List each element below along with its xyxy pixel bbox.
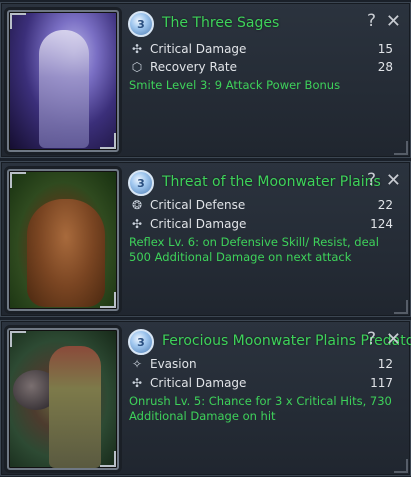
stat-value: 15 (377, 42, 393, 56)
critical-damage-icon: ✣ (131, 42, 143, 56)
set-bonus-description: Smite Level 3: 9 Attack Power Bonus (129, 78, 341, 92)
card-portrait-threat-moonwater (7, 169, 119, 311)
card-panel-ferocious-predator: 3 Ferocious Moonwater Plains Predator ? … (0, 320, 411, 476)
bear-figure-art (27, 199, 105, 307)
corner-ornament (394, 459, 408, 473)
stat-name: Recovery Rate (150, 60, 237, 74)
help-icon[interactable]: ? (367, 170, 376, 190)
hunter-figure-art (49, 346, 101, 468)
grade-badge-icon: 3 (128, 170, 154, 196)
card-title: The Three Sages (162, 15, 280, 31)
stat-row: ✣ Critical Damage 124 (129, 215, 393, 233)
card-panel-three-sages: 3 The Three Sages ? ✕ ✣ Critical Damage … (0, 2, 411, 158)
help-icon[interactable]: ? (367, 329, 376, 349)
recovery-rate-icon: ⬡ (131, 60, 143, 74)
critical-damage-icon: ✣ (131, 376, 143, 390)
sage-figure-art (39, 30, 89, 148)
stat-name: Critical Defense (150, 198, 246, 212)
stat-value: 22 (377, 198, 393, 212)
stat-value: 12 (377, 357, 393, 371)
card-info-stack: 3 The Three Sages ? ✕ ✣ Critical Damage … (0, 0, 411, 477)
close-icon[interactable]: ✕ (386, 329, 401, 350)
stat-row: ✧ Evasion 12 (129, 355, 393, 373)
grade-badge-icon: 3 (128, 329, 154, 355)
set-bonus-description: Reflex Lv. 6: on Defensive Skill/ Resist… (129, 235, 379, 264)
stat-name: Critical Damage (150, 376, 247, 390)
close-icon[interactable]: ✕ (386, 170, 401, 191)
stat-row: ✣ Critical Damage 15 (129, 40, 393, 58)
stat-value: 117 (370, 376, 393, 390)
stat-row: ❂ Critical Defense 22 (129, 196, 393, 214)
close-icon[interactable]: ✕ (386, 11, 401, 32)
corner-ornament (394, 141, 408, 155)
set-bonus-description: Onrush Lv. 5: Chance for 3 x Critical Hi… (129, 394, 392, 423)
critical-damage-icon: ✣ (131, 217, 143, 231)
help-icon[interactable]: ? (367, 11, 376, 31)
stat-row: ⬡ Recovery Rate 28 (129, 58, 393, 76)
stat-name: Evasion (150, 357, 197, 371)
stat-name: Critical Damage (150, 217, 247, 231)
card-portrait-three-sages (7, 10, 119, 152)
stat-row: ✣ Critical Damage 117 (129, 374, 393, 392)
critical-defense-icon: ❂ (131, 198, 143, 212)
card-panel-threat-moonwater: 3 Threat of the Moonwater Plains ? ✕ ❂ C… (0, 161, 411, 317)
evasion-icon: ✧ (131, 357, 143, 371)
grade-badge-icon: 3 (128, 11, 154, 37)
stat-value: 28 (377, 60, 393, 74)
card-portrait-ferocious-predator (7, 328, 119, 470)
card-title: Threat of the Moonwater Plains (162, 174, 381, 190)
stat-value: 124 (370, 217, 393, 231)
corner-ornament (394, 300, 408, 314)
stat-name: Critical Damage (150, 42, 247, 56)
